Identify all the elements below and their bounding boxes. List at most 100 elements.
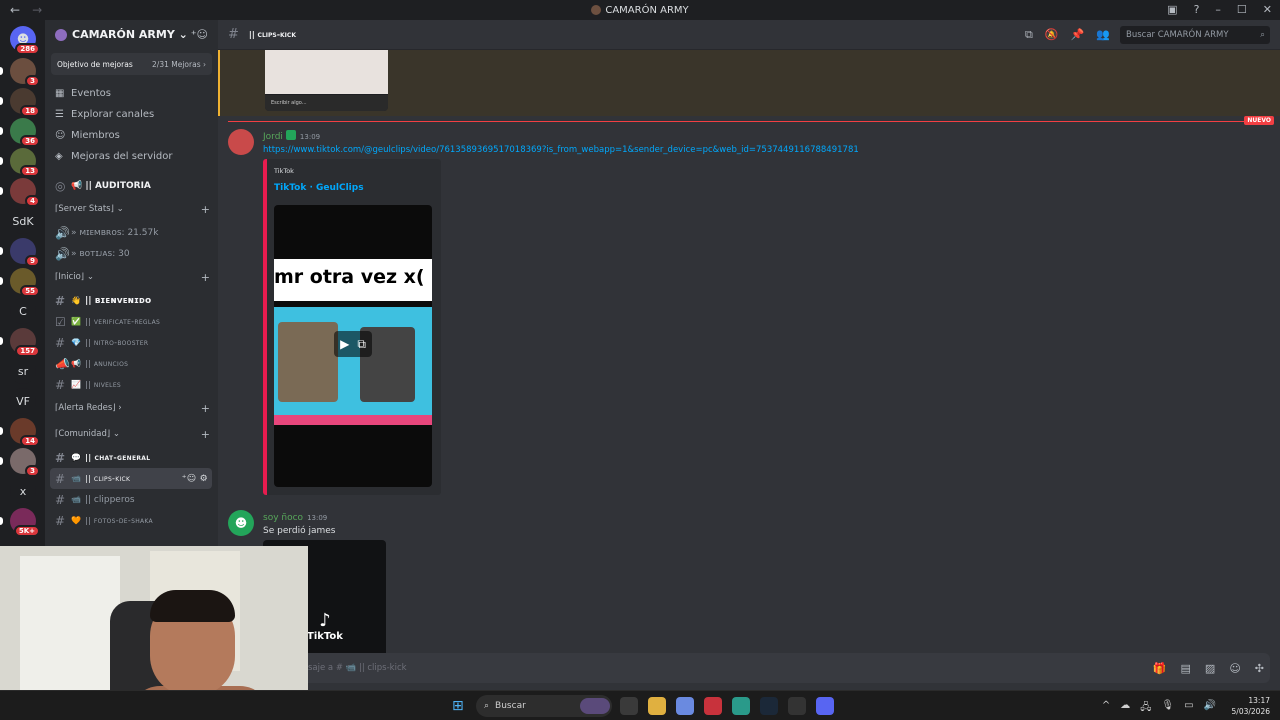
channel-label: || ʙɪᴇɴᴠᴇɴɪᴅᴏ	[85, 295, 152, 306]
nav-events[interactable]: ▦ Eventos	[45, 83, 218, 104]
add-channel-icon[interactable]: +	[201, 402, 210, 415]
video-player[interactable]: mr otra vez x( ▶ ⧉	[274, 205, 432, 487]
display-icon[interactable]: ▭	[1184, 700, 1193, 717]
username[interactable]: Jordi	[263, 130, 296, 142]
network-icon[interactable]: 🖧	[1140, 700, 1151, 717]
gift-icon[interactable]: 🎁	[1153, 662, 1167, 675]
emoji-icon[interactable]: ☺	[1229, 662, 1240, 675]
server-icon[interactable]: VF	[10, 388, 36, 414]
server-icon[interactable]: 3	[0, 448, 40, 477]
username[interactable]: soy ñoco	[263, 513, 303, 523]
hash-icon: #	[55, 492, 66, 507]
server-icon[interactable]: 18	[0, 88, 40, 117]
open-external-icon[interactable]: ⧉	[357, 337, 366, 352]
unread-pill	[0, 337, 3, 345]
maximize-button[interactable]: ☐	[1237, 3, 1247, 16]
channel-bienvenido[interactable]: # 👋 || ʙɪᴇɴᴠᴇɴɪᴅᴏ	[45, 290, 212, 311]
add-channel-icon[interactable]: +	[201, 271, 210, 284]
channel-anuncios[interactable]: 📣 📢 || anuncios	[45, 353, 212, 374]
server-icon[interactable]: 13	[0, 148, 40, 177]
server-icon[interactable]: 5K+	[0, 508, 40, 537]
voice-channel-members[interactable]: 🔊» ᴍɪᴇᴍʙʀᴏs: 21.57k	[45, 222, 212, 243]
play-icon[interactable]: ▶	[340, 337, 349, 351]
chevron-up-icon[interactable]: ^	[1102, 700, 1110, 717]
channel-nitro-booster[interactable]: # 💎 || nitro-booster	[45, 332, 212, 353]
play-controls[interactable]: ▶ ⧉	[334, 331, 372, 357]
category-alerta-redes[interactable]: ⌈Alerta Redes⌋ › +	[45, 395, 218, 421]
category-server-stats[interactable]: ⌈Server Stats⌋ ⌄ +	[45, 196, 218, 222]
stage-channel-auditoria[interactable]: ◎ 📢 || AUDITORIA	[45, 175, 212, 196]
add-channel-icon[interactable]: +	[201, 203, 210, 216]
server-icon[interactable]: 55	[0, 268, 40, 297]
volume-icon[interactable]: 🔊	[1204, 700, 1216, 717]
channel-verificate-reglas[interactable]: ☑ ✅ || verificate-reglas	[45, 311, 212, 332]
image-attachment[interactable]: Escribir algo...	[265, 50, 388, 111]
boost-icon: ◈	[55, 151, 63, 162]
search-box[interactable]: Buscar CAMARÓN ARMY ⌕	[1120, 26, 1270, 44]
sticker-icon[interactable]: ▨	[1205, 662, 1215, 675]
file-explorer-icon[interactable]	[648, 697, 666, 715]
boost-goal-banner[interactable]: Objetivo de mejoras 2/31 Mejoras ›	[51, 53, 212, 75]
video-frame	[274, 307, 432, 425]
nav-members[interactable]: ☺ Miembros	[45, 125, 218, 146]
server-icon[interactable]: 157	[0, 328, 40, 357]
category-inicio[interactable]: ⌈Inicio⌋ ⌄ +	[45, 264, 218, 290]
channel-clipperos[interactable]: # 📹 || clipperos	[45, 489, 212, 510]
gif-icon[interactable]: ▤	[1181, 662, 1191, 675]
help-icon[interactable]: ?	[1194, 3, 1200, 16]
clock[interactable]: 13:17 5/03/2026	[1232, 695, 1270, 717]
window-title-text: CAMARÓN ARMY	[605, 4, 689, 16]
channel-fotos-de-shaka[interactable]: # 🧡 || fotos-de-shaka	[45, 510, 212, 531]
add-channel-icon[interactable]: +	[201, 428, 210, 441]
inbox-icon[interactable]: ▣	[1167, 3, 1177, 16]
embed-title[interactable]: TikTok · GeulClips	[274, 183, 364, 193]
member-list-icon[interactable]: 👥	[1096, 28, 1110, 42]
message-link[interactable]: https://www.tiktok.com/@geulclips/video/…	[263, 145, 859, 155]
guild-header[interactable]: CAMARÓN ARMY ⌄ ⁺☺	[45, 20, 218, 49]
apps-icon[interactable]: ✣	[1255, 662, 1264, 675]
microphone-icon[interactable]: 🎙	[1161, 700, 1174, 717]
close-button[interactable]: ✕	[1263, 3, 1272, 16]
server-list: ☻ 286 3 18 36 13 4 SdK 9 55 C 157 sr VF 1…	[0, 20, 45, 546]
unread-badge: 286	[15, 43, 40, 55]
message-composer[interactable]: saje a # 📹 || clips-kick 🎁 ▤ ▨ ☺ ✣	[228, 653, 1270, 683]
category-comunidad[interactable]: ⌈Comunidad⌋ ⌄ +	[45, 421, 218, 447]
add-member-icon[interactable]: ⁺☺	[191, 28, 208, 41]
copilot-icon[interactable]	[676, 697, 694, 715]
channel-clips-kick[interactable]: # 📹 || clips-kick ⁺☺ ⚙	[50, 468, 212, 489]
edge-icon[interactable]	[732, 697, 750, 715]
nav-server-boosts[interactable]: ◈ Mejoras del servidor	[45, 146, 218, 167]
server-icon[interactable]: 3	[0, 58, 40, 87]
obs-icon[interactable]	[788, 697, 806, 715]
pin-icon[interactable]: 📌	[1071, 28, 1085, 42]
minimize-button[interactable]: –	[1215, 3, 1221, 16]
channel-niveles[interactable]: # 📈 || niveles	[45, 374, 212, 395]
server-icon[interactable]: 9	[0, 238, 40, 267]
channel-emoji: 💬	[71, 453, 82, 462]
server-icon[interactable]: 14	[0, 418, 40, 447]
onedrive-icon[interactable]: ☁	[1120, 700, 1130, 717]
direct-messages-icon[interactable]: ☻ 286	[10, 26, 40, 55]
wps-icon[interactable]	[704, 697, 722, 715]
task-view-icon[interactable]	[620, 697, 638, 715]
server-icon[interactable]: 4	[0, 178, 40, 207]
taskbar-search[interactable]: ⌕ Buscar	[476, 695, 612, 717]
discord-icon[interactable]	[816, 697, 834, 715]
channel-chat-general[interactable]: # 💬 || chat-general	[45, 447, 212, 468]
boost-goal-count: 2/31 Mejoras ›	[152, 59, 206, 69]
threads-icon[interactable]: ⧉	[1025, 28, 1033, 42]
server-icon[interactable]: SdK	[10, 208, 36, 234]
server-icon[interactable]: x	[10, 478, 36, 504]
avatar[interactable]	[228, 129, 254, 155]
channel-settings-icon[interactable]: ⁺☺ ⚙	[182, 474, 208, 484]
steam-icon[interactable]	[760, 697, 778, 715]
notifications-icon[interactable]: 🔕	[1045, 28, 1059, 42]
windows-start-icon[interactable]: ⊞	[452, 699, 466, 713]
nav-browse-channels[interactable]: ☰ Explorar canales	[45, 104, 218, 125]
voice-channel-bots[interactable]: 🔊» ʙᴏᴛɪᴊᴀs: 30	[45, 243, 212, 264]
avatar[interactable]: ☻	[228, 510, 254, 536]
server-icon[interactable]: C	[10, 298, 36, 324]
server-icon[interactable]: 36	[0, 118, 40, 147]
category-label: ⌈Inicio⌋ ⌄	[55, 272, 94, 282]
server-icon[interactable]: sr	[10, 358, 36, 384]
